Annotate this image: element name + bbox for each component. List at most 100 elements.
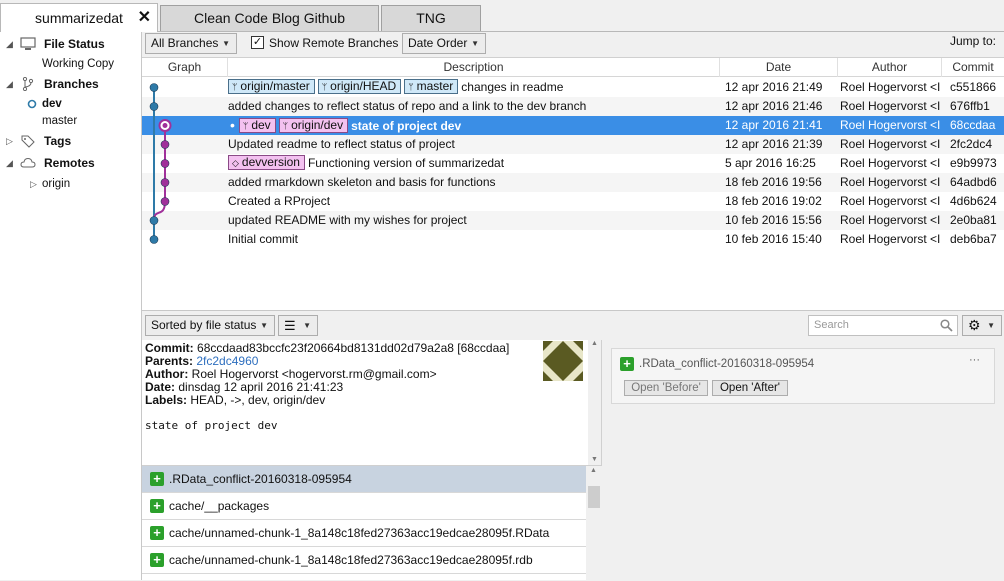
expanded-triangle-icon[interactable]: ◢ <box>6 153 13 173</box>
commit-description: Created a RProject <box>228 192 718 211</box>
commit-message-text: added changes to reflect status of repo … <box>228 99 587 113</box>
branch-filter-value: All Branches <box>151 36 219 50</box>
branch-label[interactable]: ᛘ master <box>404 79 459 94</box>
file-list: + .RData_conflict-20160318-095954 + cache/… <box>142 465 602 581</box>
sidebar-item-label: Branches <box>44 77 99 91</box>
label-text: master <box>416 79 454 93</box>
author-value: Roel Hogervorst <hogervorst.rm@gmail.com… <box>191 367 437 381</box>
column-graph[interactable]: Graph <box>142 58 228 77</box>
show-remote-branches-checkbox[interactable]: ✓ <box>251 36 264 49</box>
commit-date: 18 feb 2016 19:56 <box>725 175 822 189</box>
commit-row[interactable]: • ᛘ dev ᛘ origin/dev state of project dev 12 a… <box>142 116 1004 135</box>
date-value: dinsdag 12 april 2016 21:41:23 <box>178 380 344 394</box>
sidebar: ◢ File Status Working Copy ◢ Branches de… <box>0 32 142 580</box>
sidebar-item-branches[interactable]: ◢ Branches <box>0 74 142 94</box>
column-commit[interactable]: Commit <box>942 58 1004 77</box>
labels-value: HEAD, ->, dev, origin/dev <box>190 393 326 407</box>
commit-row[interactable]: Initial commit 10 feb 2016 15:40 Roel Hoge… <box>142 230 1004 249</box>
added-icon: + <box>150 526 164 540</box>
details-scrollbar[interactable]: ▲ ▼ <box>588 340 601 465</box>
commit-row[interactable]: Updated readme to reflect status of proj… <box>142 135 1004 154</box>
scroll-up-icon[interactable]: ▲ <box>591 340 598 347</box>
tab-tng[interactable]: TNG <box>381 5 481 31</box>
sidebar-item-remote-origin[interactable]: ▷ origin <box>0 174 142 194</box>
tag-icon: ◇ <box>232 158 239 168</box>
commit-details: Commit: 68ccdaad83bccfc23f20664bd8131dd0… <box>142 340 602 465</box>
commit-author: Roel Hogervorst <I <box>840 99 940 113</box>
commit-author: Roel Hogervorst <I <box>840 118 940 132</box>
tab-summarizedat[interactable]: summarizedat ✕ <box>0 3 158 33</box>
open-after-button[interactable]: Open 'After' <box>712 380 788 396</box>
parent-hash-link[interactable]: 2fc2dc4960 <box>196 354 258 368</box>
expanded-triangle-icon[interactable]: ◢ <box>6 34 13 54</box>
branch-filter-dropdown[interactable]: All Branches ▼ <box>145 33 237 54</box>
file-row[interactable]: + cache/unnamed-chunk-1_8a148c18fed27363a… <box>142 520 586 547</box>
commit-author: Roel Hogervorst <I <box>840 80 940 94</box>
chevron-down-icon: ▼ <box>222 39 230 48</box>
commit-description: updated README with my wishes for projec… <box>228 211 718 230</box>
sidebar-item-remotes[interactable]: ◢ Remotes <box>0 153 142 173</box>
sidebar-item-file-status[interactable]: ◢ File Status <box>0 34 142 54</box>
file-row[interactable]: + cache/__packages <box>142 493 586 520</box>
close-icon[interactable]: ✕ <box>138 4 151 32</box>
commit-row[interactable]: Created a RProject 18 feb 2016 19:02 Roel … <box>142 192 1004 211</box>
commit-node <box>160 197 170 206</box>
commit-row[interactable]: updated README with my wishes for projec… <box>142 211 1004 230</box>
column-author[interactable]: Author <box>838 58 942 77</box>
collapsed-triangle-icon[interactable]: ▷ <box>6 131 13 151</box>
branch-label[interactable]: ᛘ origin/HEAD <box>317 79 402 94</box>
sidebar-item-label: origin <box>42 178 71 190</box>
column-date[interactable]: Date <box>720 58 838 77</box>
collapsed-triangle-icon[interactable]: ▷ <box>30 174 37 194</box>
sort-order-dropdown[interactable]: Date Order ▼ <box>402 33 486 54</box>
tag-label[interactable]: ◇ devversion <box>228 155 305 170</box>
current-branch-icon <box>27 99 37 109</box>
commit-row[interactable]: ◇ devversion Functioning version of summar… <box>142 154 1004 173</box>
file-list-scrollbar[interactable]: ▲ <box>586 466 602 581</box>
commit-description: • ᛘ dev ᛘ origin/dev state of project dev <box>228 116 718 136</box>
sidebar-item-tags[interactable]: ▷ Tags <box>0 131 142 151</box>
file-name: cache/unnamed-chunk-1_8a148c18fed27363ac… <box>169 553 533 567</box>
commit-hash: 68ccdaa <box>950 118 996 132</box>
commit-hash: 64adbd6 <box>950 175 997 189</box>
commit-toolbar: All Branches ▼ ✓ Show Remote Branches Dat… <box>142 32 1004 57</box>
column-header: Graph Description Date Author Commit <box>142 58 1004 77</box>
commit-date: 5 apr 2016 16:25 <box>725 156 816 170</box>
search-input[interactable]: Search <box>808 315 958 336</box>
scroll-down-icon[interactable]: ▼ <box>591 456 598 463</box>
scroll-thumb[interactable] <box>588 486 600 508</box>
scroll-up-icon[interactable]: ▲ <box>590 467 597 474</box>
file-row[interactable]: + .RData_conflict-20160318-095954 <box>142 466 586 493</box>
commit-date: 18 feb 2016 19:02 <box>725 194 822 208</box>
commit-date: 12 apr 2016 21:39 <box>725 137 823 151</box>
expanded-triangle-icon[interactable]: ◢ <box>6 74 13 94</box>
commit-date: 10 feb 2016 15:56 <box>725 213 822 227</box>
diff-file-card: + .RData_conflict-20160318-095954 ··· Op… <box>611 348 995 404</box>
tab-clean-code-blog-github[interactable]: Clean Code Blog Github <box>160 5 379 31</box>
branch-label[interactable]: ᛘ origin/dev <box>278 118 349 133</box>
commit-row[interactable]: added changes to reflect status of repo … <box>142 97 1004 116</box>
tab-label: summarizedat <box>35 10 123 26</box>
commit-row[interactable]: ᛘ origin/master ᛘ origin/HEAD ᛘ master changes… <box>142 78 1004 97</box>
open-before-button[interactable]: Open 'Before' <box>624 380 708 396</box>
view-mode-dropdown[interactable]: ☰ ▼ <box>278 315 318 336</box>
file-toolbar: Sorted by file status ▼ ☰ ▼ Search ⚙ ▼ <box>142 310 1004 340</box>
branch-label[interactable]: ᛘ dev <box>238 118 276 133</box>
commit-node <box>149 216 159 225</box>
commit-author: Roel Hogervorst <I <box>840 175 940 189</box>
commit-date: 12 apr 2016 21:41 <box>725 118 823 132</box>
commit-message-text: Updated readme to reflect status of proj… <box>228 137 455 151</box>
file-row[interactable]: + cache/unnamed-chunk-1_8a148c18fed27363a… <box>142 547 586 574</box>
settings-dropdown[interactable]: ⚙ ▼ <box>962 315 1002 336</box>
chevron-down-icon: ▼ <box>471 39 479 48</box>
search-placeholder: Search <box>814 319 849 331</box>
more-icon[interactable]: ··· <box>969 354 980 366</box>
file-sort-dropdown[interactable]: Sorted by file status ▼ <box>145 315 275 336</box>
commit-hash: 2e0ba81 <box>950 213 997 227</box>
commit-row[interactable]: added rmarkdown skeleton and basis for f… <box>142 173 1004 192</box>
sidebar-item-working-copy[interactable]: Working Copy <box>0 54 142 74</box>
column-description[interactable]: Description <box>228 58 720 77</box>
branch-label[interactable]: ᛘ origin/master <box>228 79 315 94</box>
chevron-down-icon: ▼ <box>303 321 311 330</box>
sidebar-item-branch-master[interactable]: master <box>0 111 142 131</box>
